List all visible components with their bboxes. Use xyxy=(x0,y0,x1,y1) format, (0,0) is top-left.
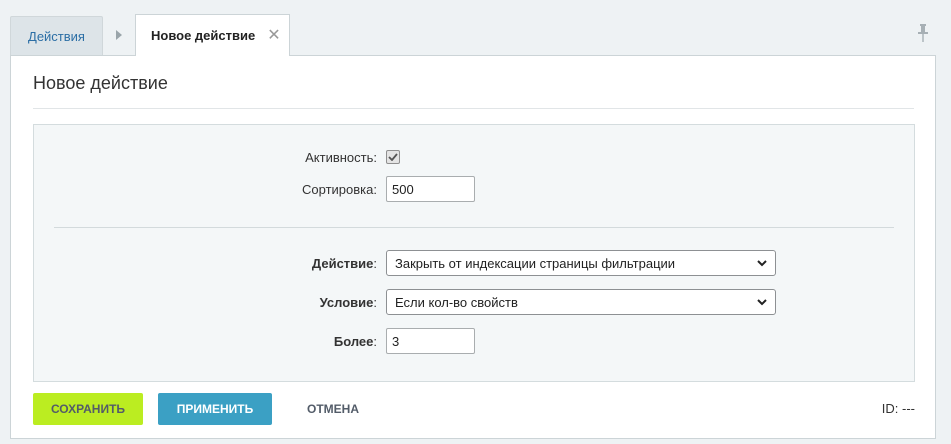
more-input[interactable]: 3 xyxy=(386,328,475,354)
apply-button[interactable]: ПРИМЕНИТЬ xyxy=(158,393,272,425)
close-icon[interactable]: ✕ xyxy=(267,27,280,44)
activity-row: Активность: xyxy=(34,144,914,170)
checkmark-icon xyxy=(388,153,398,161)
action-select[interactable]: Закрыть от индексации страницы фильтраци… xyxy=(386,250,776,276)
triangle-right-icon xyxy=(103,14,135,56)
chevron-down-icon xyxy=(757,259,767,266)
tab-new-action-label: Новое действие xyxy=(151,28,256,43)
form-panel: Активность: Сортировка: 500 Действие: За… xyxy=(33,124,915,382)
action-label-wrap: Действие: xyxy=(34,256,386,271)
tab-actions-label: Действия xyxy=(28,29,85,44)
more-label: Более xyxy=(333,333,374,349)
pin-icon[interactable] xyxy=(917,24,929,42)
condition-select-value: Если кол-во свойств xyxy=(395,294,518,310)
section-divider xyxy=(54,227,894,228)
condition-row: Условие: Если кол-во свойств xyxy=(34,289,914,315)
more-colon: : xyxy=(373,333,377,349)
action-label: Действие xyxy=(311,255,374,271)
sort-row: Сортировка: 500 xyxy=(34,176,914,202)
activity-checkbox[interactable] xyxy=(386,150,400,164)
action-row: Действие: Закрыть от индексации страницы… xyxy=(34,250,914,276)
sort-label: Сортировка: xyxy=(302,181,377,197)
condition-label: Условие xyxy=(319,294,374,310)
condition-select[interactable]: Если кол-во свойств xyxy=(386,289,776,315)
more-label-wrap: Более: xyxy=(34,334,386,349)
tab-new-action[interactable]: Новое действие ✕ xyxy=(135,14,290,56)
cancel-button[interactable]: ОТМЕНА xyxy=(293,393,373,425)
tab-bar: Действия Новое действие ✕ xyxy=(10,14,290,56)
chevron-down-icon xyxy=(757,298,767,305)
activity-label: Активность: xyxy=(305,149,377,165)
edit-card: Новое действие Активность: Сортировка: 5… xyxy=(10,55,936,439)
more-row: Более: 3 xyxy=(34,328,914,354)
action-select-value: Закрыть от индексации страницы фильтраци… xyxy=(395,255,676,271)
tab-actions[interactable]: Действия xyxy=(10,16,103,56)
condition-colon: : xyxy=(373,294,377,310)
condition-label-wrap: Условие: xyxy=(34,295,386,310)
page-title: Новое действие xyxy=(33,73,168,93)
sort-input[interactable]: 500 xyxy=(386,176,475,202)
action-colon: : xyxy=(373,255,377,271)
title-divider xyxy=(33,108,914,109)
save-button[interactable]: СОХРАНИТЬ xyxy=(33,393,143,425)
record-id: ID: --- xyxy=(881,401,915,416)
